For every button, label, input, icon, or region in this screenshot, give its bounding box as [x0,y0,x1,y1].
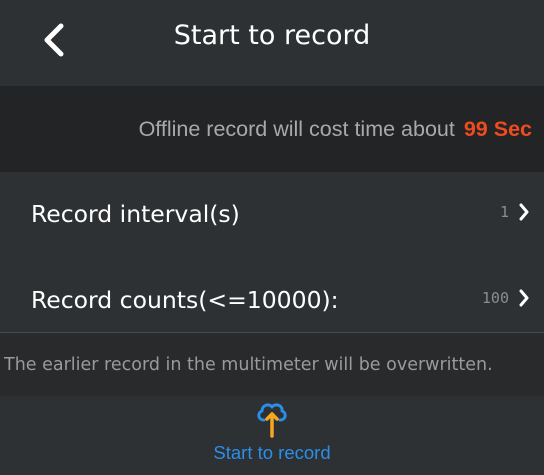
record-counts-row[interactable]: Record counts(<=10000): 100 [0,262,544,342]
record-counts-control: 100 [482,289,530,307]
footer-bar: Start to record [0,396,544,475]
overwrite-warning: The earlier record in the multimeter wil… [0,333,544,396]
chevron-right-icon [519,289,529,307]
back-button[interactable] [34,18,74,62]
chevron-left-icon [44,23,64,57]
start-record-label: Start to record [213,442,331,463]
page-title: Start to record [173,20,371,51]
record-counts-value: 100 [481,289,509,307]
overwrite-warning-text: The earlier record in the multimeter wil… [4,354,493,375]
cloud-upload-icon [257,403,287,438]
app-header: Start to record [0,0,544,86]
time-estimate-text: Offline record will cost time about [138,116,455,141]
record-interval-value: 1 [499,203,509,221]
record-counts-label: Record counts(<=10000): [31,286,339,314]
record-interval-control: 1 [500,203,530,221]
record-interval-label: Record interval(s) [31,200,240,228]
time-estimate-banner: Offline record will cost time about 99 S… [0,86,544,172]
start-record-button[interactable]: Start to record [182,400,362,470]
time-estimate-value: 99 Sec [463,116,532,141]
record-interval-row[interactable]: Record interval(s) 1 [0,176,544,256]
chevron-right-icon [519,203,529,221]
